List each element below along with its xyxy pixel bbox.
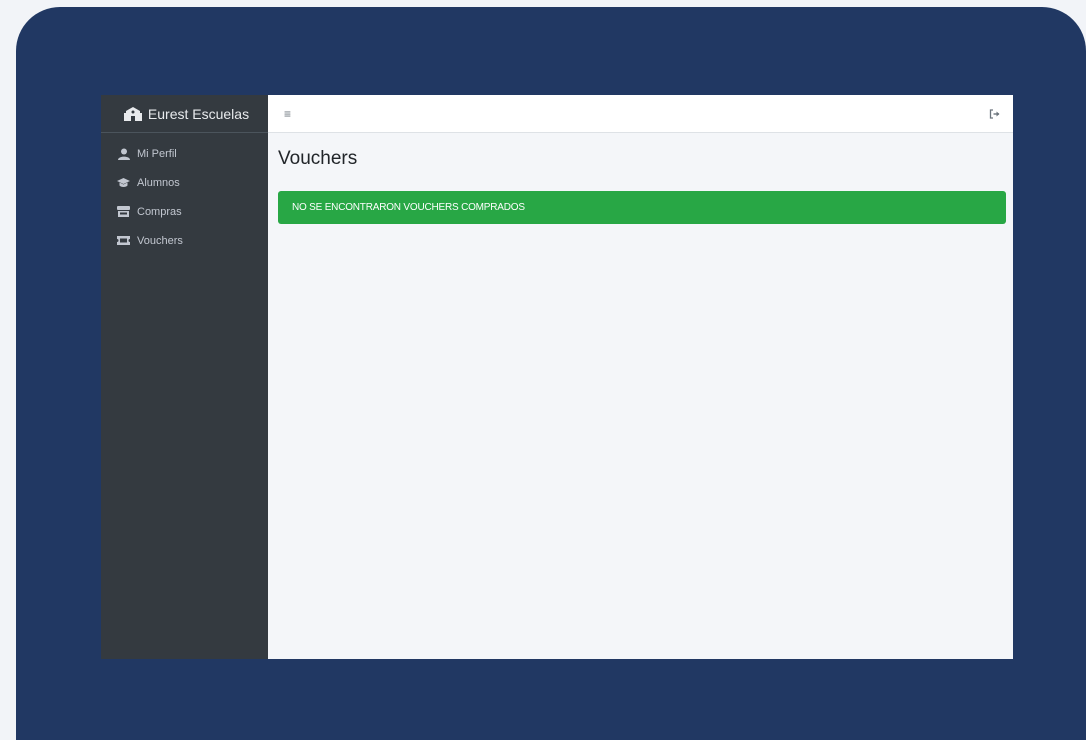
user-icon [117, 148, 130, 160]
sidebar-item-label: Vouchers [137, 234, 183, 247]
sidebar-item-compras[interactable]: Compras [101, 197, 268, 226]
graduation-cap-icon [117, 177, 130, 189]
sign-out-icon[interactable] [989, 108, 1003, 120]
ticket-icon [117, 235, 130, 247]
main-area: ≡ Vouchers NO SE ENCONTRARON VOUCHERS CO… [268, 95, 1013, 659]
topbar: ≡ [268, 95, 1013, 133]
sidebar-nav: Mi Perfil Alumnos Compras Vouchers [101, 133, 268, 255]
app-window: Eurest Escuelas Mi Perfil Alumnos Compra… [101, 95, 1013, 659]
content-area: Vouchers NO SE ENCONTRARON VOUCHERS COMP… [268, 133, 1013, 224]
sidebar-item-mi-perfil[interactable]: Mi Perfil [101, 139, 268, 168]
brand-link[interactable]: Eurest Escuelas [101, 95, 268, 133]
sidebar-item-label: Compras [137, 205, 182, 218]
page-title: Vouchers [278, 148, 358, 169]
store-icon [117, 206, 130, 218]
empty-vouchers-alert: NO SE ENCONTRARON VOUCHERS COMPRADOS [278, 191, 1006, 224]
school-icon [123, 106, 142, 121]
alert-text: NO SE ENCONTRARON VOUCHERS COMPRADOS [292, 202, 525, 213]
menu-toggle-icon[interactable]: ≡ [284, 107, 291, 121]
brand-text: Eurest Escuelas [147, 105, 250, 122]
sidebar-item-vouchers[interactable]: Vouchers [101, 226, 268, 255]
sidebar-item-label: Mi Perfil [137, 147, 177, 160]
sidebar-item-alumnos[interactable]: Alumnos [101, 168, 268, 197]
sidebar: Eurest Escuelas Mi Perfil Alumnos Compra… [101, 95, 268, 659]
sidebar-item-label: Alumnos [137, 176, 180, 189]
